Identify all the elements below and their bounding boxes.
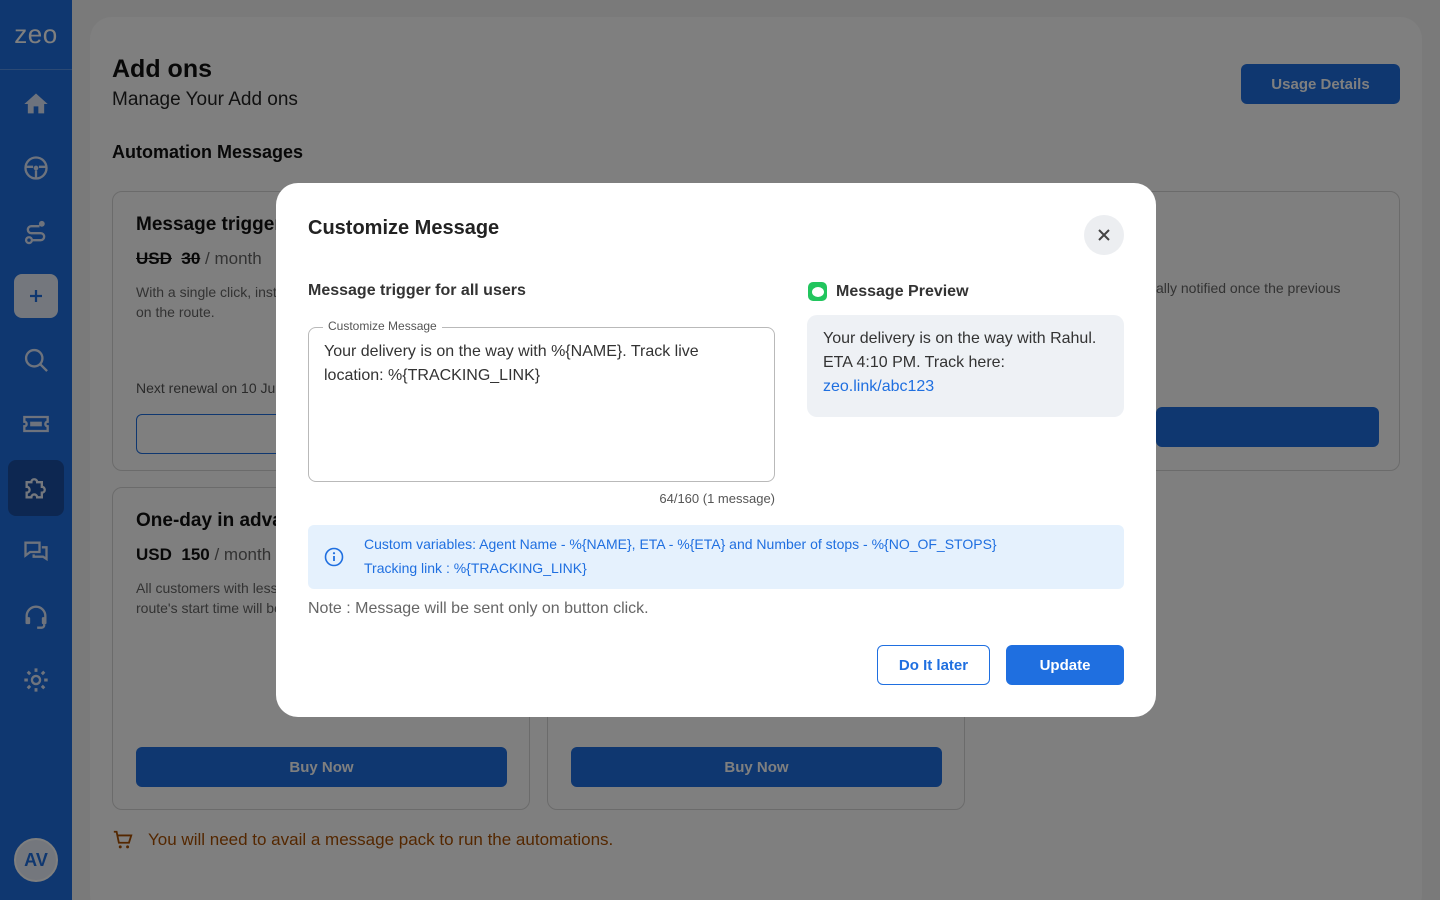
message-preview-bubble: Your delivery is on the way with Rahul. … <box>807 315 1124 417</box>
message-preview-label: Message Preview <box>808 282 969 301</box>
trigger-label: Message trigger for all users <box>308 282 526 299</box>
info-tracking-line: Tracking link : %{TRACKING_LINK} <box>364 560 587 576</box>
preview-link[interactable]: zeo.link/abc123 <box>823 375 1108 399</box>
close-icon <box>1098 229 1110 241</box>
update-button[interactable]: Update <box>1006 645 1124 685</box>
character-counter: 64/160 (1 message) <box>659 491 775 506</box>
do-it-later-button[interactable]: Do It later <box>877 645 990 685</box>
preview-text: Your delivery is on the way with Rahul. … <box>823 330 1097 371</box>
note-text: Note : Message will be sent only on butt… <box>308 600 649 617</box>
custom-variables-info: Custom variables: Agent Name - %{NAME}, … <box>308 525 1124 589</box>
close-button[interactable] <box>1084 215 1124 255</box>
info-icon <box>324 547 344 567</box>
textarea-legend: Customize Message <box>323 319 442 333</box>
info-variables-line: Custom variables: Agent Name - %{NAME}, … <box>364 536 997 552</box>
textarea-value[interactable]: Your delivery is on the way with %{NAME}… <box>324 340 754 388</box>
modal-title: Customize Message <box>308 217 500 239</box>
customize-message-textarea[interactable]: Customize Message Your delivery is on th… <box>308 319 775 482</box>
message-bubble-icon <box>808 282 827 301</box>
preview-label-text: Message Preview <box>836 282 969 300</box>
customize-message-modal: Customize Message Message trigger for al… <box>276 183 1156 717</box>
